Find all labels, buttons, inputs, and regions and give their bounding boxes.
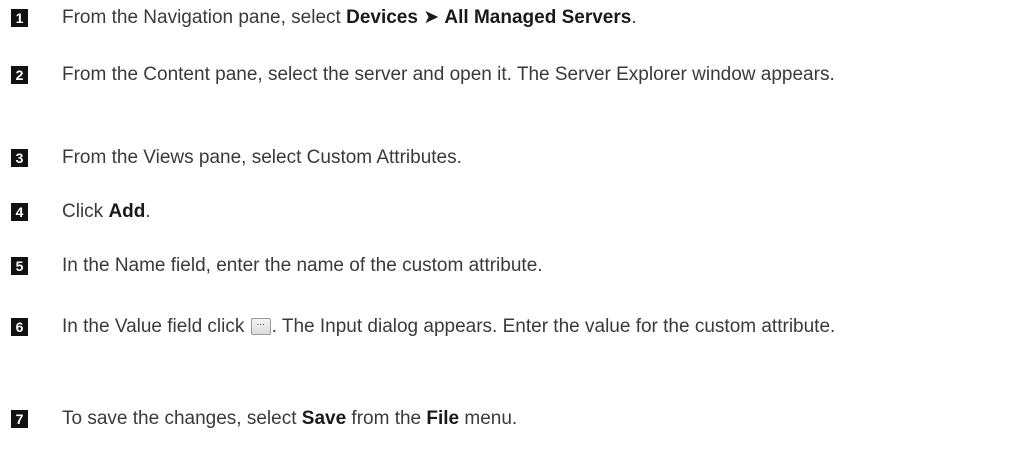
step-text-pre: In the Value field click [62, 316, 250, 337]
step-number: 1 [11, 9, 28, 27]
menu-path-all-managed-servers: All Managed Servers [444, 7, 632, 28]
step-number: 6 [11, 318, 28, 336]
step-text-pre: From the Navigation pane, select [62, 7, 347, 28]
step-text-post: . The Input dialog appears. Enter the va… [271, 316, 836, 337]
step-text-post: . [145, 201, 151, 222]
step-number: 5 [11, 257, 28, 275]
arrow-icon: ➤ [423, 7, 440, 28]
step-text: Click Add. [62, 196, 1002, 228]
step-text-pre: Click [62, 201, 109, 222]
step-text: In the Name field, enter the name of the… [62, 255, 543, 276]
step-number: 2 [11, 66, 28, 84]
step-text: From the Navigation pane, select Devices… [62, 2, 1002, 34]
step-text-pre: To save the changes, select [62, 408, 302, 429]
step-number: 7 [11, 410, 28, 428]
add-button-label: Add [108, 201, 146, 222]
save-menu-label: Save [301, 408, 347, 429]
step-text-mid: from the [346, 408, 427, 429]
ellipsis-button-icon: ... [250, 317, 271, 335]
file-menu-label: File [426, 408, 460, 429]
step-text-post: . [631, 7, 637, 28]
menu-path-devices: Devices [346, 7, 418, 28]
step-text: To save the changes, select Save from th… [62, 403, 1002, 435]
step-text: From the Content pane, select the server… [62, 64, 835, 85]
step-number: 4 [11, 203, 28, 221]
step-number: 3 [11, 149, 28, 167]
step-text: In the Value field click .... The Input … [62, 311, 1002, 343]
step-text-post: menu. [459, 408, 518, 429]
step-text: From the Views pane, select Custom Attri… [62, 147, 462, 168]
